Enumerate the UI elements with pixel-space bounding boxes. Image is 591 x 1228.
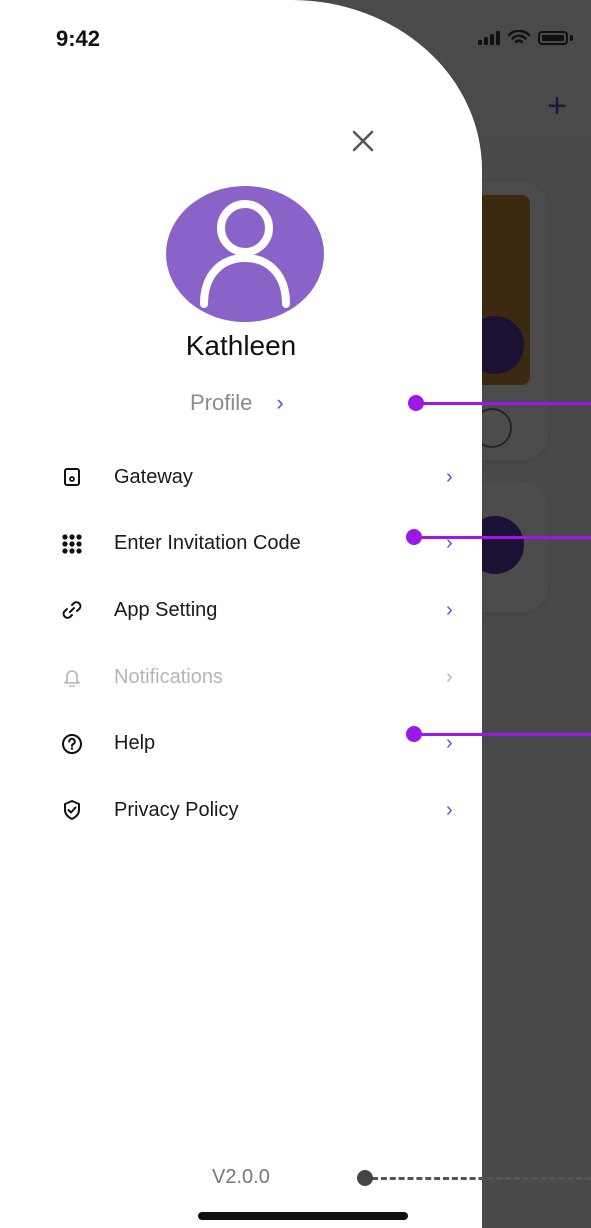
menu-item-help[interactable]: Help › xyxy=(0,710,482,777)
menu-item-label: Help xyxy=(114,732,156,755)
chevron-right-icon: › xyxy=(446,465,453,488)
app-version: V2.0.0 xyxy=(212,1166,270,1188)
user-name: Kathleen xyxy=(185,330,297,361)
callout-line-version xyxy=(372,1177,591,1180)
battery-icon xyxy=(538,31,568,45)
chevron-right-icon: › xyxy=(276,390,284,415)
profile-link[interactable]: Profile › xyxy=(190,390,284,416)
keypad-icon xyxy=(60,532,84,556)
bell-icon xyxy=(60,665,84,689)
callout-dot-version xyxy=(357,1170,373,1186)
menu-item-privacy-policy[interactable]: Privacy Policy › xyxy=(0,777,482,844)
shield-check-icon xyxy=(60,798,84,822)
close-icon[interactable] xyxy=(346,124,380,158)
chevron-right-icon: › xyxy=(446,598,453,621)
status-indicators xyxy=(478,30,573,46)
status-time: 9:42 xyxy=(56,26,101,51)
callout-dot-help xyxy=(406,726,422,742)
avatar[interactable] xyxy=(166,186,324,322)
battery-cap xyxy=(570,35,573,41)
gateway-icon xyxy=(60,465,84,489)
chevron-right-icon: › xyxy=(446,798,453,821)
callout-dot-profile xyxy=(408,395,424,411)
side-drawer: 9:42 Kathleen Profile › Gateway › Enter … xyxy=(0,0,482,1228)
wifi-icon xyxy=(508,30,530,44)
chevron-right-icon: › xyxy=(446,665,453,688)
callout-dot-invitation xyxy=(406,529,422,545)
help-icon xyxy=(60,732,84,756)
profile-label: Profile xyxy=(190,390,253,415)
menu-item-label: Gateway xyxy=(114,465,193,488)
menu-item-label: App Setting xyxy=(114,598,218,621)
menu-item-gateway[interactable]: Gateway › xyxy=(0,444,482,511)
callout-line-invitation xyxy=(414,536,591,539)
cellular-signal-icon xyxy=(478,31,500,45)
menu-item-label: Privacy Policy xyxy=(114,798,239,821)
menu-item-notifications[interactable]: Notifications › xyxy=(0,644,482,711)
drawer-menu: Gateway › Enter Invitation Code › App Se… xyxy=(0,444,482,844)
user-icon xyxy=(200,200,290,308)
callout-line-help xyxy=(414,733,591,736)
callout-line-profile xyxy=(416,402,591,405)
link-icon xyxy=(60,598,84,622)
home-indicator[interactable] xyxy=(198,1212,408,1220)
menu-item-app-setting[interactable]: App Setting › xyxy=(0,577,482,644)
menu-item-label: Notifications xyxy=(114,665,223,688)
menu-item-label: Enter Invitation Code xyxy=(114,532,301,555)
